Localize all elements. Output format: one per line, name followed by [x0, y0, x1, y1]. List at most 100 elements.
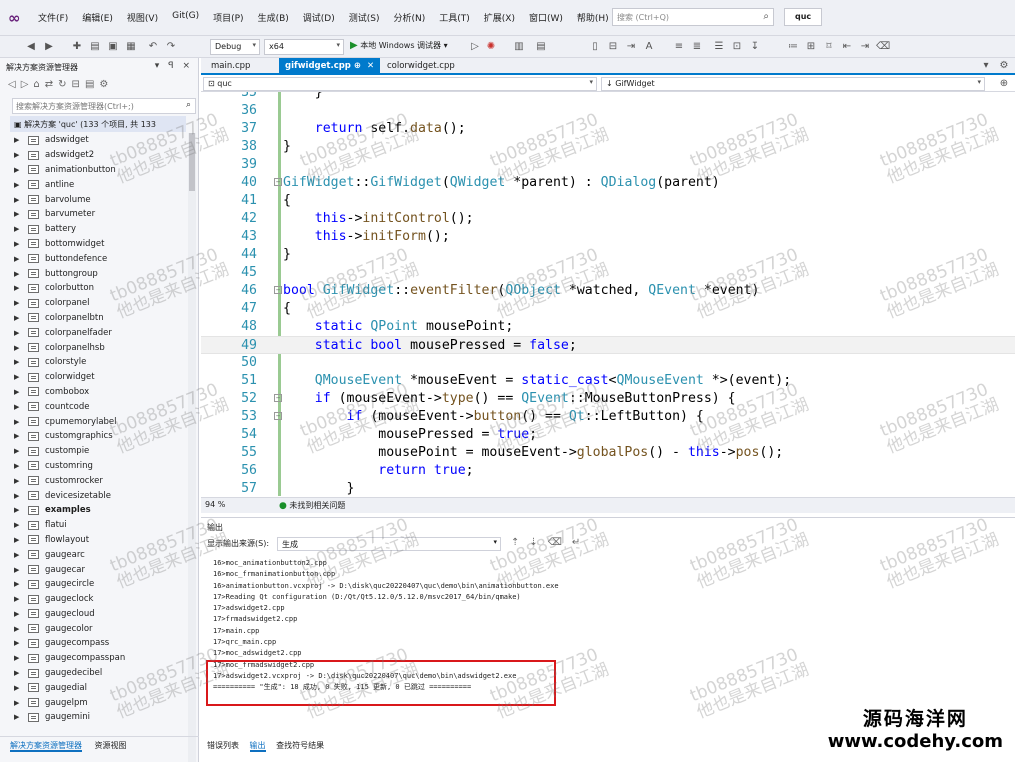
word-wrap-icon[interactable]: ↵ — [572, 537, 590, 548]
code-editor[interactable]: 35 } 36 37 return self.data(); 38} 39 40− GifW… — [201, 92, 1015, 496]
code-line[interactable]: 36 — [201, 102, 1015, 120]
project-node[interactable]: ▶ gaugecircle — [14, 577, 190, 592]
project-node[interactable]: ▶ colorpanelhsb — [14, 340, 190, 355]
project-node[interactable]: ▶ antline — [14, 177, 190, 192]
expand-arrow-icon[interactable]: ▶ — [14, 699, 28, 707]
clear-all-icon[interactable]: ⌫ — [548, 537, 572, 548]
project-node[interactable]: ▶ flowlayout — [14, 533, 190, 548]
code-line[interactable]: 47 { — [201, 300, 1015, 318]
project-node[interactable]: ▶ barvolume — [14, 192, 190, 207]
properties-icon[interactable]: ⚙ — [99, 79, 113, 90]
menu-project[interactable]: 项目(P) — [213, 11, 243, 24]
next-bookmark-icon[interactable]: ⇥ — [858, 40, 872, 54]
project-node[interactable]: ▶ customgraphics — [14, 429, 190, 444]
code-line[interactable]: 44} — [201, 246, 1015, 264]
expand-arrow-icon[interactable]: ▶ — [14, 136, 28, 144]
expand-arrow-icon[interactable]: ▶ — [14, 358, 28, 366]
undo-icon[interactable]: ↶ — [146, 40, 160, 54]
project-node[interactable]: ▶ animationbutton — [14, 163, 190, 178]
forward-icon[interactable]: ▷ — [21, 79, 34, 90]
code-line[interactable]: 35 } — [201, 92, 1015, 102]
panel-window-buttons[interactable]: ▾ ꟼ × — [155, 61, 193, 71]
expand-arrow-icon[interactable]: ▶ — [14, 551, 28, 559]
project-node[interactable]: ▶ gaugecolor — [14, 621, 190, 636]
solution-name-badge[interactable]: quc — [784, 8, 823, 26]
project-node[interactable]: ▶ gaugecloud — [14, 607, 190, 622]
expand-arrow-icon[interactable]: ▶ — [14, 669, 28, 677]
menu-file[interactable]: 文件(F) — [38, 11, 68, 24]
menu-debug[interactable]: 调试(D) — [303, 11, 335, 24]
tab-colorwidget-cpp[interactable]: colorwidget.cpp — [381, 58, 461, 74]
project-node[interactable]: ▶ gaugecar — [14, 562, 190, 577]
hot-reload-icon[interactable]: ✺ — [484, 40, 498, 54]
project-node[interactable]: ▶ buttongroup — [14, 266, 190, 281]
menu-tools[interactable]: 工具(T) — [439, 11, 470, 24]
member-scope-select[interactable]: ↓ GifWidget ▾ — [601, 77, 985, 91]
build-icon[interactable]: ▤ — [534, 40, 548, 54]
next-message-icon[interactable]: ⇣ — [529, 537, 547, 548]
expand-arrow-icon[interactable]: ▶ — [14, 166, 28, 174]
expand-arrow-icon[interactable]: ▶ — [14, 210, 28, 218]
project-node[interactable]: ▶ colorstyle — [14, 355, 190, 370]
step-icon[interactable]: ↧ — [748, 40, 762, 54]
expand-arrow-icon[interactable]: ▶ — [14, 344, 28, 352]
tab-resource-view[interactable]: 资源视图 — [95, 741, 127, 750]
code-line[interactable]: 48 static QPoint mousePoint; — [201, 318, 1015, 336]
folder-icon[interactable]: ▥ — [512, 40, 526, 54]
project-node[interactable]: ▶ devicesizetable — [14, 488, 190, 503]
expand-arrow-icon[interactable]: ▶ — [14, 403, 28, 411]
project-node[interactable]: ▶ adswidget — [14, 133, 190, 148]
project-node[interactable]: ▶ colorwidget — [14, 370, 190, 385]
code-line[interactable]: 55 mousePoint = mouseEvent->globalPos() … — [201, 444, 1015, 462]
expand-arrow-icon[interactable]: ▶ — [14, 388, 28, 396]
expand-arrow-icon[interactable]: ▶ — [14, 314, 28, 322]
collapse-all-icon[interactable]: ⊟ — [72, 79, 85, 90]
code-line[interactable]: 49 static bool mousePressed = false; — [201, 336, 1015, 354]
tab-error-list[interactable]: 错误列表 — [207, 741, 239, 750]
project-node[interactable]: ▶ gaugearc — [14, 547, 190, 562]
expand-arrow-icon[interactable]: ▶ — [14, 225, 28, 233]
project-node[interactable]: ▶ bottomwidget — [14, 237, 190, 252]
expand-arrow-icon[interactable]: ▶ — [14, 432, 28, 440]
project-node[interactable]: ▶ colorbutton — [14, 281, 190, 296]
menu-git[interactable]: Git(G) — [172, 11, 199, 24]
code-line[interactable]: 39 — [201, 156, 1015, 174]
code-line[interactable]: 57 } — [201, 480, 1015, 496]
tab-find-symbol-results[interactable]: 查找符号结果 — [276, 741, 324, 750]
format-icon[interactable]: ≔ — [786, 40, 800, 54]
menu-view[interactable]: 视图(V) — [127, 11, 158, 24]
start-debugging-button[interactable]: ▶ 本地 Windows 调试器 ▾ — [350, 40, 448, 51]
expand-arrow-icon[interactable]: ▶ — [14, 462, 28, 470]
code-line[interactable]: 52 − if (mouseEvent->type() == QEvent::Mo… — [201, 390, 1015, 408]
tab-gifwidget-cpp[interactable]: gifwidget.cpp ⊕ ✕ — [279, 58, 381, 74]
code-line[interactable]: 41 { — [201, 192, 1015, 210]
search-icon[interactable]: ⌕ — [186, 100, 191, 110]
project-node[interactable]: ▶ colorpanel — [14, 296, 190, 311]
open-file-icon[interactable]: ▤ — [88, 40, 102, 54]
expand-arrow-icon[interactable]: ▶ — [14, 270, 28, 278]
bookmark-icon[interactable]: ⌑ — [822, 40, 836, 54]
expand-arrow-icon[interactable]: ▶ — [14, 418, 28, 426]
expand-arrow-icon[interactable]: ▶ — [14, 580, 28, 588]
scrollbar-thumb[interactable] — [189, 133, 195, 191]
save-all-icon[interactable]: ▦ — [124, 40, 138, 54]
project-node[interactable]: ▶ gaugemini — [14, 710, 190, 725]
code-line[interactable]: 43 this->initForm(); — [201, 228, 1015, 246]
code-line[interactable]: 40 − GifWidget::GifWidget(QWidget *parent)… — [201, 174, 1015, 192]
configuration-select[interactable]: Debug ▾ — [210, 39, 260, 55]
project-node[interactable]: ▶ cpumemorylabel — [14, 414, 190, 429]
code-line[interactable]: 50 — [201, 354, 1015, 372]
expand-arrow-icon[interactable]: ▶ — [14, 151, 28, 159]
platform-select[interactable]: x64 ▾ — [264, 39, 344, 55]
expand-arrow-icon[interactable]: ▶ — [14, 373, 28, 381]
menu-analyze[interactable]: 分析(N) — [393, 11, 425, 24]
toggle-bookmark-icon[interactable]: ⊡ — [730, 40, 744, 54]
menu-test[interactable]: 测试(S) — [349, 11, 380, 24]
fold-toggle-icon[interactable]: − — [274, 178, 282, 186]
menu-window[interactable]: 窗口(W) — [529, 11, 563, 24]
code-line[interactable]: 42 this->initControl(); — [201, 210, 1015, 228]
find-message-icon[interactable]: ⇡ — [511, 537, 529, 548]
project-node[interactable]: ▶ buttondefence — [14, 251, 190, 266]
expand-arrow-icon[interactable]: ▶ — [14, 255, 28, 263]
tab-solution-explorer[interactable]: 解决方案资源管理器 — [10, 741, 82, 752]
